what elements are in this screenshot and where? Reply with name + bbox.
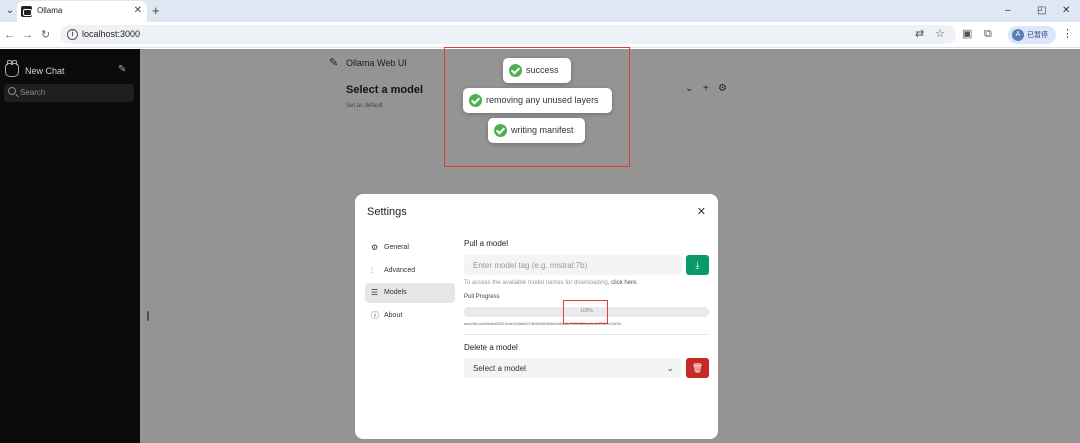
profile-status: 已暂停 (1027, 32, 1048, 39)
settings-nav-about[interactable]: ⓘ About (365, 306, 455, 326)
address-bar[interactable]: i localhost:3000 ⇄ ☆ (60, 25, 956, 44)
translate-icon[interactable]: ⇄ (915, 28, 924, 41)
extension-translate-icon[interactable]: ▣ (962, 28, 972, 41)
browser-tab-bar: ⌄ Ollama ✕ + – ◰ ✕ (0, 0, 1080, 22)
model-tag-input[interactable] (464, 255, 682, 275)
delete-model-heading: Delete a model (464, 343, 518, 352)
ollama-favicon-icon (21, 6, 32, 17)
selected-model: Select a model (473, 364, 526, 373)
reload-icon[interactable]: ↻ (41, 28, 50, 42)
new-chat-button[interactable]: New Chat (25, 66, 65, 76)
site-info-icon[interactable]: i (67, 29, 78, 40)
browser-toolbar: ← → ↻ i localhost:3000 ⇄ ☆ ▣ ⧉ A 已暂停 ⋮ (0, 22, 1080, 48)
delete-button[interactable]: 🗑 (686, 358, 709, 378)
download-icon: ⤓ (695, 260, 700, 270)
search-input[interactable]: Search (4, 84, 134, 102)
pull-model-heading: Pull a model (464, 239, 509, 248)
chevron-down-icon: ⌄ (666, 363, 674, 373)
ollama-logo-icon (5, 60, 19, 77)
browser-tab[interactable]: Ollama ✕ (17, 1, 147, 22)
hint-body: To access the available model names for … (464, 280, 610, 286)
bookmark-star-icon[interactable]: ☆ (935, 28, 945, 41)
close-window-icon[interactable]: ✕ (1062, 4, 1070, 18)
settings-nav-models[interactable]: ☰ Models (365, 283, 455, 303)
divider (464, 334, 709, 335)
extensions-puzzle-icon[interactable]: ⧉ (984, 28, 992, 41)
back-icon[interactable]: ← (4, 28, 15, 42)
sliders-icon: ⫶ (371, 266, 373, 275)
tab-search-icon[interactable]: ⌄ (2, 4, 18, 18)
sidebar: New Chat ✎ Search (0, 49, 140, 443)
nav-label: General (384, 244, 409, 251)
nav-label: Models (384, 289, 407, 296)
restore-icon[interactable]: ◰ (1037, 4, 1046, 18)
settings-nav-advanced[interactable]: ⫶ Advanced (365, 261, 455, 281)
edit-icon[interactable]: ✎ (118, 64, 126, 76)
url-text[interactable]: localhost:3000 (82, 29, 140, 39)
tab-close-icon[interactable]: ✕ (134, 5, 142, 17)
pull-progress-label: Pull Progress (464, 294, 500, 300)
avatar: A (1012, 29, 1024, 41)
close-icon[interactable]: ✕ (697, 206, 706, 218)
delete-model-select[interactable]: Select a model ⌄ (464, 358, 682, 378)
trash-icon: 🗑 (691, 363, 704, 373)
modal-title: Settings (367, 206, 407, 218)
highlight-box-progress (563, 300, 608, 324)
forward-icon[interactable]: → (22, 28, 33, 42)
hint-text: To access the available model names for … (464, 280, 638, 286)
nav-label: About (384, 312, 403, 319)
browser-menu-icon[interactable]: ⋮ (1062, 28, 1073, 41)
minimize-icon[interactable]: – (1005, 4, 1011, 18)
gear-icon: ⚙ (371, 243, 379, 252)
new-tab-button[interactable]: + (152, 3, 160, 18)
download-button[interactable]: ⤓ (686, 255, 709, 275)
nav-label: Advanced (384, 267, 416, 274)
settings-modal: Settings ✕ ⚙ General ⫶ Advanced ☰ Models… (355, 194, 718, 439)
settings-nav-general[interactable]: ⚙ General (365, 238, 455, 258)
highlight-box-toasts (444, 47, 630, 167)
database-icon: ☰ (371, 288, 379, 297)
click-here-link[interactable]: click here. (611, 280, 638, 286)
profile-button[interactable]: A 已暂停 (1008, 26, 1056, 44)
tab-title: Ollama (37, 6, 63, 15)
search-icon (8, 87, 16, 95)
search-placeholder: Search (20, 88, 46, 97)
info-icon: ⓘ (371, 311, 379, 320)
